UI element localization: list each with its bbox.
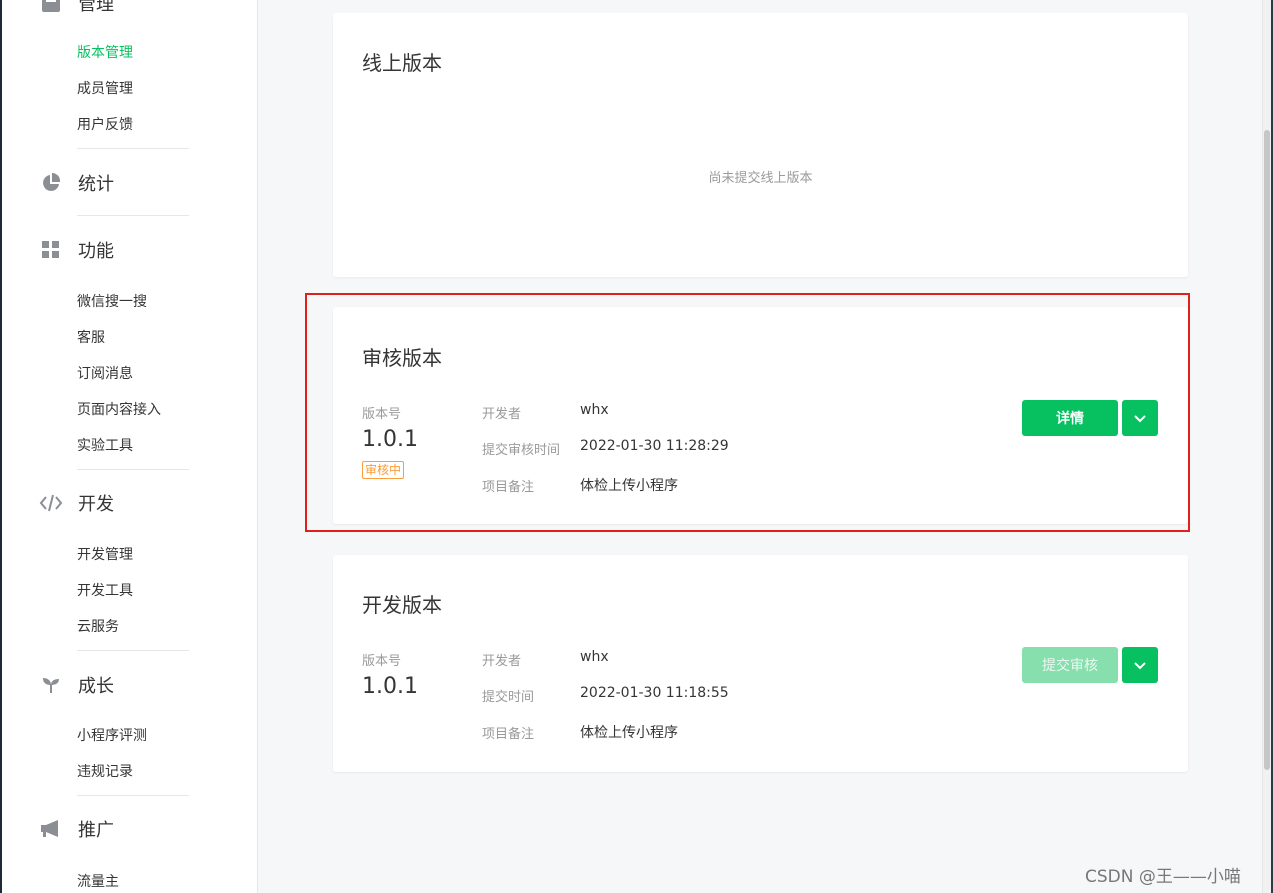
sidebar-section-manage[interactable]: 管理 <box>38 0 114 18</box>
sidebar-divider <box>77 148 189 149</box>
sidebar-item-page-content[interactable]: 页面内容接入 <box>77 399 161 419</box>
sidebar-item-subscribe-message[interactable]: 订阅消息 <box>77 363 133 383</box>
empty-state-text: 尚未提交线上版本 <box>708 171 813 186</box>
version-label: 版本号 <box>362 654 402 669</box>
developer-label: 开发者 <box>482 654 522 669</box>
card-title: 线上版本 <box>362 51 442 75</box>
sidebar-section-title: 功能 <box>78 241 114 262</box>
vertical-scrollbar-thumb[interactable] <box>1264 130 1270 770</box>
more-dropdown-button[interactable] <box>1122 647 1158 683</box>
sidebar-section-title: 成长 <box>78 676 114 697</box>
sidebar-item-dev-tools[interactable]: 开发工具 <box>77 580 133 600</box>
sidebar-section-title: 统计 <box>78 174 114 195</box>
chevron-down-icon <box>1133 656 1147 675</box>
sidebar-section-features[interactable]: 功能 <box>38 235 114 265</box>
card-title: 开发版本 <box>362 593 442 617</box>
online-version-card: 线上版本 尚未提交线上版本 <box>333 13 1188 277</box>
sprout-icon <box>38 672 64 698</box>
sidebar-item-customer-service[interactable]: 客服 <box>77 327 105 347</box>
submit-review-button[interactable]: 提交审核 <box>1022 647 1118 683</box>
dev-version-card: 开发版本 版本号 1.0.1 开发者 whx 提交时间 2022-01-30 1… <box>333 555 1188 772</box>
developer-value: whx <box>580 649 609 665</box>
grid-icon <box>38 237 64 263</box>
note-value: 体检上传小程序 <box>580 725 678 741</box>
megaphone-icon <box>38 816 64 842</box>
sidebar-item-traffic-owner[interactable]: 流量主 <box>77 871 119 891</box>
sidebar-item-dev-manage[interactable]: 开发管理 <box>77 544 133 564</box>
sidebar-section-growth[interactable]: 成长 <box>38 670 114 700</box>
sidebar-section-develop[interactable]: 开发 <box>38 488 114 518</box>
sidebar-section-title: 推广 <box>78 820 114 841</box>
highlight-annotation-box <box>305 293 1190 532</box>
sidebar-divider <box>77 650 189 651</box>
sidebar-item-violation-record[interactable]: 违规记录 <box>77 761 133 781</box>
sidebar-divider <box>77 795 189 796</box>
sidebar-item-version-manage[interactable]: 版本管理 <box>77 42 133 62</box>
sidebar-item-lab-tools[interactable]: 实验工具 <box>77 435 133 455</box>
manage-icon <box>38 0 64 16</box>
sidebar-item-evaluation[interactable]: 小程序评测 <box>77 725 147 745</box>
code-icon <box>38 490 64 516</box>
pie-chart-icon <box>38 170 64 196</box>
sidebar-item-cloud-service[interactable]: 云服务 <box>77 616 119 636</box>
submit-time-value: 2022-01-30 11:18:55 <box>580 685 729 701</box>
sidebar-section-title: 开发 <box>78 494 114 515</box>
version-number: 1.0.1 <box>362 674 418 699</box>
note-label: 项目备注 <box>482 727 535 742</box>
sidebar-section-stats[interactable]: 统计 <box>38 168 114 198</box>
sidebar-divider <box>77 469 189 470</box>
watermark-text: CSDN @王——小喵 <box>1085 867 1241 887</box>
submit-time-label: 提交时间 <box>482 690 535 705</box>
sidebar-item-wechat-search[interactable]: 微信搜一搜 <box>77 291 147 311</box>
sidebar-section-title: 管理 <box>78 0 114 15</box>
sidebar-item-member-manage[interactable]: 成员管理 <box>77 78 133 98</box>
sidebar-divider <box>77 215 189 216</box>
sidebar-section-promote[interactable]: 推广 <box>38 814 114 844</box>
sidebar: 管理 版本管理 成员管理 用户反馈 统计 功能 微信搜一搜 客服 订阅消息 页面… <box>0 0 258 893</box>
sidebar-item-user-feedback[interactable]: 用户反馈 <box>77 114 133 134</box>
